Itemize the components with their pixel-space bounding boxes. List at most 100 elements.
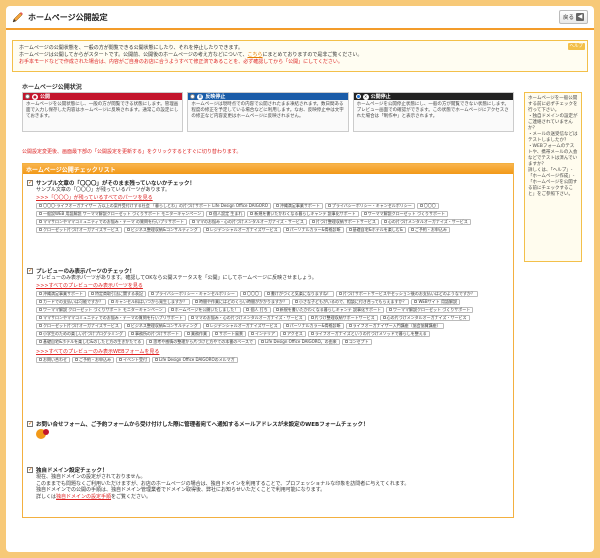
part-tag[interactable]: パーソナルカラー&骨格診断 xyxy=(282,226,344,233)
domain-guide-link[interactable]: 独自ドメインの設定手順 xyxy=(56,494,111,501)
part-tag[interactable]: 心の片づけメンタルオーガナイズ・サービス xyxy=(380,218,471,225)
part-icon xyxy=(119,358,122,361)
part-tag[interactable]: 個人 打ち xyxy=(243,306,271,313)
part-tag[interactable]: 特定商取引法に関する表記 xyxy=(88,290,146,297)
status-bar-public[interactable]: ● 公開 xyxy=(23,93,183,100)
part-tag[interactable]: ママサロンやママコミュニティでのお悩み・テーマ の質問を行いプリサポート xyxy=(36,218,188,225)
radio-stop[interactable] xyxy=(355,94,361,99)
part-tag[interactable]: 片づけ整理収納サポートサービス xyxy=(307,314,378,321)
part-tag[interactable]: 小学生のための楽しい片づけプログラミング xyxy=(36,330,126,337)
check-heading: お問い合せフォーム、ご予約フォームから受け付けした際に管理者宛てへ通知するメール… xyxy=(36,422,369,428)
part-tag[interactable]: お問い合わせ xyxy=(36,356,70,363)
radio-freeze[interactable] xyxy=(190,94,196,99)
part-tag-label: 小さな子どもがいるので、相談に付き合ってもらえますか？ xyxy=(299,299,407,304)
part-tag[interactable]: イベント受付 xyxy=(116,356,150,363)
part-tag[interactable]: ライフオーガナイズというの片づけメソッドで暮らしを整える xyxy=(307,330,430,337)
part-tag[interactable]: ママのお悩み・心の片づけメンタルオーガナイズ・サービス xyxy=(187,314,306,321)
part-tag-label: 個人 打ち xyxy=(250,307,268,312)
status-card-freeze[interactable]: Ⅱ 反映停止 ホームページは現時点での内容で公開されたまま凍結されます。数日間あ… xyxy=(187,92,349,132)
part-tag[interactable]: アクセス xyxy=(280,330,306,337)
alert-bubble-icon xyxy=(36,429,49,439)
part-icon xyxy=(419,204,423,207)
view-parts-link[interactable]: >>>「〇〇〇」が残っているすべてのパーツを見る xyxy=(36,194,153,201)
part-tag[interactable]: WEBサイト 用語解説 xyxy=(411,298,460,305)
part-tag[interactable]: 沖縄満足事業サポート xyxy=(272,202,323,209)
part-tag[interactable]: パーソナルカラー&骨格診断 xyxy=(282,322,344,329)
part-icon xyxy=(205,228,209,231)
part-tag[interactable]: プライバシーポリシー・キャンセルポリシー xyxy=(324,202,415,209)
part-tag[interactable]: ワーママ解説クローゼット づくりサポート xyxy=(386,306,474,313)
part-tag[interactable]: ワーママ解説 クローゼット づくりサポート モニターキャンペーン xyxy=(36,306,166,313)
info-line-1: ホームページの公開状態を、一般の方が閲覧できる公開状態にしたり、それを停止したり… xyxy=(19,45,243,51)
part-icon xyxy=(327,204,331,207)
part-tag[interactable]: Life Design Office DAIGOROのメルマガ xyxy=(152,356,238,363)
part-icon xyxy=(275,204,279,207)
part-tag[interactable]: 心の片づけメンタルオーガナイズ・サービス xyxy=(379,314,470,321)
status-desc-freeze: ホームページは現時点での内容で公開されたまま凍結されます。数日間ある程度の修正を… xyxy=(191,102,344,119)
part-tag[interactable]: サポート風景 xyxy=(212,330,246,337)
part-icon xyxy=(39,204,42,207)
part-tag[interactable]: ママサロンやママコミュニティでのお悩み・テーマの質問を行いプリサポート xyxy=(36,314,186,321)
info-link[interactable]: こちら xyxy=(247,52,262,58)
part-tag[interactable]: 基礎自宅&ホテルを楽しむ&のしたと方の生きかたてる xyxy=(36,338,145,345)
part-tag[interactable]: 個人設定 生まれ xyxy=(206,210,246,217)
part-tag[interactable]: プライバシーポリシー・キャンセルポリシー xyxy=(148,290,238,297)
status-card-public[interactable]: ● 公開 ホームページを公開状態にし、一般の方が閲覧できる状態にします。管理画面… xyxy=(22,92,184,132)
part-tag[interactable]: 業務作業 xyxy=(184,330,210,337)
part-tag[interactable]: ご予約・お申込み xyxy=(72,356,114,363)
part-tag[interactable]: 新規を書いたかわくなる暮らしキャンテ 説事化サポート xyxy=(272,306,384,313)
part-tag[interactable]: クローゼット片づけオーガナイズサービス xyxy=(36,322,122,329)
part-tag[interactable]: ママのお悩み・心の片づけメンタルオーガナイズ・サービス xyxy=(189,218,307,225)
check-webform-email: お問い合せフォーム、ご予約フォームから受け付けした際に管理者宛てへ通知するメール… xyxy=(27,420,509,442)
part-tag[interactable]: Life Design Office DAIGORO。の由来 xyxy=(258,338,340,345)
part-tag[interactable]: インテリア xyxy=(248,330,278,337)
part-tag[interactable]: ご予約・お申込み xyxy=(407,226,450,233)
part-tag-label: 片づけ整理収納サポートサービス xyxy=(315,219,376,224)
part-tag[interactable]: クローゼット片づけオーガナイズサービス xyxy=(36,226,122,233)
part-tag[interactable]: キャンセル料はいつから発生しますか？ xyxy=(108,298,190,305)
part-icon xyxy=(190,316,194,319)
part-tag[interactable]: 一般設WEB 用語解説 ワーママ解説クローゼット づくりサポート モニターキャン… xyxy=(36,210,205,217)
part-tag-label: プライバシーポリシー・キャンセルポリシー xyxy=(331,203,412,208)
check-heading: プレビューのみ表示パーツのチェック！ xyxy=(36,269,135,275)
status-bar-stop[interactable]: ✕ 公開停止 xyxy=(353,93,513,100)
status-bar-freeze[interactable]: Ⅱ 反映停止 xyxy=(188,93,348,100)
part-tag[interactable]: 時間や作業にはどのくらい時間がかかりますか？ xyxy=(192,298,290,305)
radio-public[interactable] xyxy=(25,94,30,99)
part-tag[interactable]: ビジネス整理収納&コンサルティング xyxy=(123,322,201,329)
part-icon xyxy=(151,292,154,295)
checkbox-icon xyxy=(27,420,33,427)
part-tag[interactable]: レジデンシャルオーガナイズサービス xyxy=(202,322,281,329)
part-tag-label: レジデンシャルオーガナイズサービス xyxy=(209,323,278,328)
view-preview-forms-link[interactable]: >>>すべてのプレビューのみ表示WEBフォームを見る xyxy=(36,348,159,355)
part-tag[interactable]: 〇〇〇-ライフオーガナイザー 万以上の案件受付けする社会 「暮らしとわ」の片づけ… xyxy=(36,202,271,209)
part-tag[interactable]: ビジネス整理収納&コンサルティング xyxy=(123,226,201,233)
part-tag[interactable]: 沖縄満足事業サポート xyxy=(36,290,86,297)
part-tag[interactable]: 思考や感情の整理から片づけと方やての本番のベースで xyxy=(146,338,257,345)
help-badge[interactable]: ヘルプ xyxy=(567,43,585,50)
part-tag[interactable]: 〇〇〇 xyxy=(239,290,262,297)
part-tag-label: ビジネス整理収納&コンサルティング xyxy=(130,323,198,328)
part-tag[interactable]: 基礎自宅&ホテルを楽しむ& xyxy=(345,226,406,233)
status-options: ● 公開 ホームページを公開状態にし、一般の方が閲覧できる状態にします。管理画面… xyxy=(22,92,514,132)
part-tag[interactable]: 〇〇〇 xyxy=(416,202,439,209)
part-tag[interactable]: ホームページを公開いたしました！ xyxy=(167,306,242,313)
back-button[interactable]: 戻る ◀ xyxy=(558,10,588,24)
checkbox-icon xyxy=(27,267,33,274)
part-tag[interactable]: 片づけサポートサービスやセッション後のお支払いはどのようなですか？ xyxy=(335,290,478,297)
part-tag[interactable]: 事務所の片づけサポート xyxy=(128,330,182,337)
part-tag[interactable]: 小さな子どもがいるので、相談に付き合ってもらえますか？ xyxy=(292,298,410,305)
view-preview-parts-link[interactable]: >>>すべてのプレビューのみ表示パーツを見る xyxy=(36,282,143,289)
part-tag[interactable]: 書けがづくと気楽になりますね！ xyxy=(263,290,334,297)
part-tag[interactable]: カードでの支払いは可能ですか？ xyxy=(36,298,106,305)
part-tag[interactable]: ワーママ解説クローゼット づくりサポート xyxy=(360,210,448,217)
part-tag[interactable]: レジデンシャルオーガナイズサービス xyxy=(202,226,281,233)
check-heading: サンプル文章の「〇〇〇」がそのまま残っていないかチェック！ xyxy=(36,181,196,187)
part-tag[interactable]: コンセプト xyxy=(341,338,372,345)
pause-icon: Ⅱ xyxy=(197,93,204,100)
status-card-stop[interactable]: ✕ 公開停止 ホームページを公開停止状態にし、一般の方が閲覧できない状態にします… xyxy=(352,92,514,132)
part-icon xyxy=(209,212,213,215)
part-tag[interactable]: ライフオーガナイザー入門講座（協会協賛講座） xyxy=(345,322,444,329)
part-tag[interactable]: 新規を書いたかわくなる暮らしキャンテ 説事化サポート xyxy=(247,210,359,217)
part-tag[interactable]: 片づけ整理収納サポートサービス xyxy=(308,218,379,225)
